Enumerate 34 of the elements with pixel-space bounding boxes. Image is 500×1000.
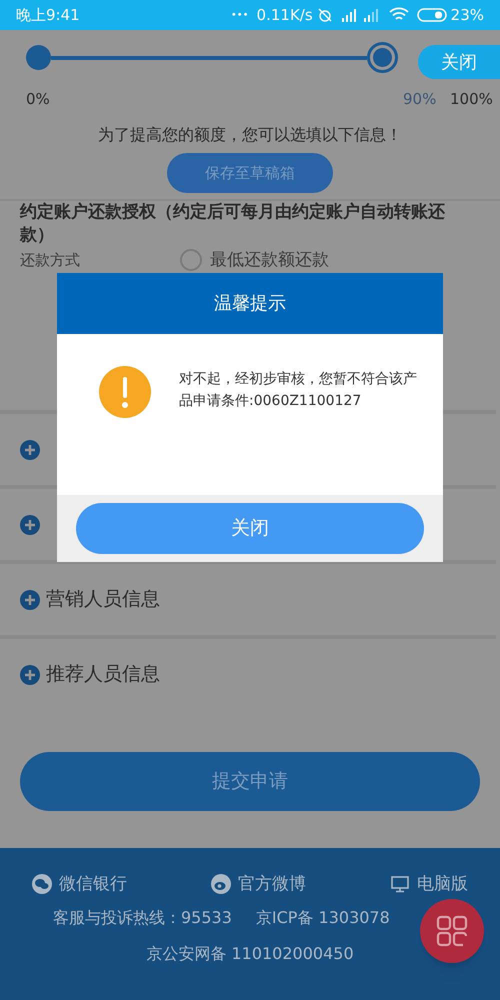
battery-icon [416,8,447,22]
hotline-text: 客服与投诉热线：95533 [53,907,232,929]
save-draft-button[interactable]: 保存至草稿箱 [167,153,333,193]
footer-link[interactable]: 微信银行 [32,874,127,894]
battery-level: 23% [450,4,484,26]
grid-icon [436,915,468,947]
signal-icon [362,8,381,22]
field-label: 还款方式 [20,250,81,270]
footer-link[interactable]: 电脑版 [390,874,468,894]
alarm-off-icon [316,7,333,23]
hint-text: 为了提高您的额度，您可以选填以下信息！ [98,124,402,146]
icp-text: 京ICP备 1303078 [256,907,390,929]
monitor-icon [390,874,410,894]
section-label: 营销人员信息 [46,587,160,612]
section-title: 约定账户还款授权（约定后可每月由约定账户自动转账还款） [20,201,446,247]
close-tag[interactable]: 关闭 [418,45,500,79]
progress-end-label: 100% [450,89,493,110]
chat-bubbles-icon [32,874,52,894]
status-dots: ••• [230,8,249,22]
police-record-text: 京公安网备 110102000450 [146,943,354,965]
radio-option[interactable]: 最低还款额还款 [180,249,329,271]
progress-current-label: 90% [403,89,436,110]
footer-link[interactable]: 官方微博 [211,874,306,894]
status-time: 晚上9:41 [16,4,80,26]
progress-start-label: 0% [26,89,50,110]
eye-logo-icon [211,874,231,894]
network-speed: 0.11K/s [256,4,313,26]
section-label: 推荐人员信息 [46,662,160,688]
dialog-close-button[interactable]: 关闭 [76,503,424,554]
signal-icon [340,8,359,22]
dialog-message: 对不起，经初步审核，您暂不符合该产品申请条件:0060Z1100127 [179,370,418,411]
warning-icon [99,366,151,418]
submit-button[interactable]: 提交申请 [20,752,480,811]
dialog-title: 温馨提示 [214,292,286,316]
